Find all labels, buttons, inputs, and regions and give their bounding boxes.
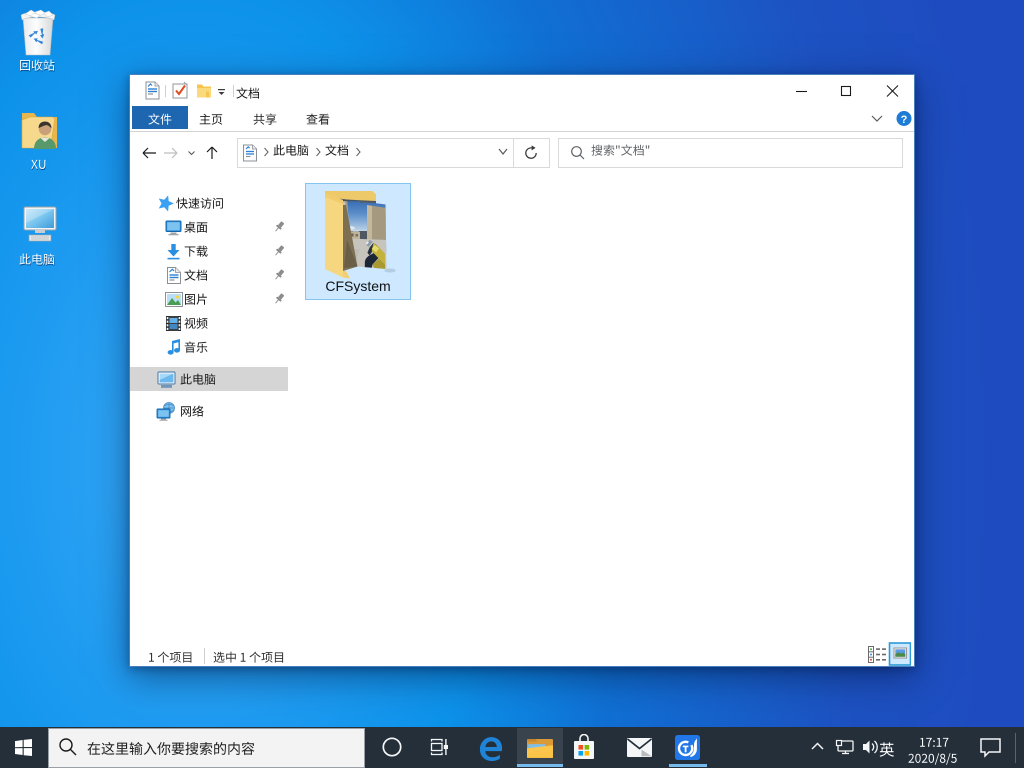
svg-text:?: ? <box>901 114 908 126</box>
